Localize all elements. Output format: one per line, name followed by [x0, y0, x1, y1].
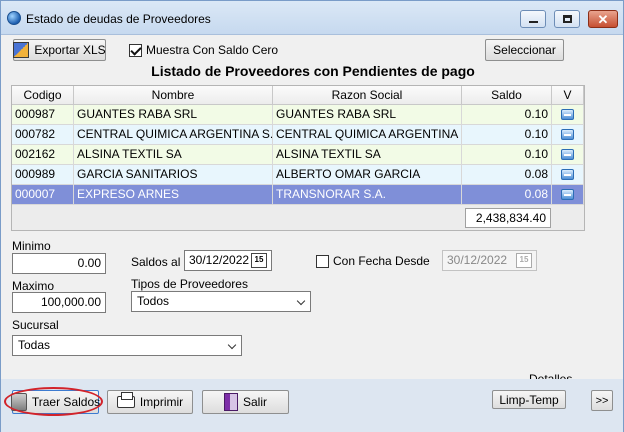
- imprimir-button[interactable]: Imprimir: [107, 390, 193, 414]
- cell-v[interactable]: [552, 125, 584, 145]
- more-label: >>: [595, 394, 609, 407]
- table-row[interactable]: 002162 ALSINA TEXTIL SA ALSINA TEXTIL SA…: [12, 145, 584, 165]
- maximo-input[interactable]: 100,000.00: [12, 292, 106, 313]
- col-razon-header[interactable]: Razon Social: [273, 86, 462, 105]
- maximize-button[interactable]: [554, 10, 580, 28]
- salir-button[interactable]: Salir: [202, 390, 289, 414]
- cell-saldo: 0.10: [462, 125, 552, 145]
- cell-nombre: EXPRESO ARNES: [74, 185, 273, 205]
- cell-codigo: 000987: [12, 105, 74, 125]
- suppliers-grid[interactable]: Codigo Nombre Razon Social Saldo V 00098…: [11, 85, 585, 231]
- export-xls-button[interactable]: Exportar XLS: [13, 39, 106, 61]
- cell-razon: GUANTES RABA SRL: [273, 105, 462, 125]
- more-button[interactable]: >>: [591, 390, 613, 411]
- sucursal-label: Sucursal: [12, 318, 59, 332]
- minimize-icon: [528, 21, 538, 23]
- maximize-icon: [562, 15, 572, 23]
- fecha-desde-date-value: 30/12/2022: [447, 253, 508, 267]
- cell-razon: CENTRAL QUIMICA ARGENTINA S.A: [273, 125, 462, 145]
- con-fecha-desde-label: Con Fecha Desde: [333, 254, 430, 268]
- tipos-proveedores-value: Todos: [137, 294, 170, 308]
- show-zero-check-icon[interactable]: [129, 43, 142, 57]
- cell-codigo: 000007: [12, 185, 74, 205]
- table-row[interactable]: 000987 GUANTES RABA SRL GUANTES RABA SRL…: [12, 105, 584, 125]
- cell-saldo: 0.10: [462, 105, 552, 125]
- cell-razon: TRANSNORAR S.A.: [273, 185, 462, 205]
- saldos-al-date-value: 30/12/2022: [189, 253, 250, 267]
- calendar-icon: 15: [516, 253, 532, 268]
- cell-nombre: ALSINA TEXTIL SA: [74, 145, 273, 165]
- row-detail-icon[interactable]: [561, 129, 574, 140]
- table-row[interactable]: 000782 CENTRAL QUIMICA ARGENTINA S.A CEN…: [12, 125, 584, 145]
- select-button-label: Seleccionar: [493, 43, 556, 57]
- salir-label: Salir: [242, 395, 267, 409]
- highlight-annotation: [4, 387, 103, 416]
- calendar-icon[interactable]: 15: [251, 253, 267, 268]
- limp-temp-button[interactable]: Limp-Temp: [492, 390, 566, 409]
- row-detail-icon[interactable]: [561, 109, 574, 120]
- row-detail-icon[interactable]: [561, 169, 574, 180]
- cell-saldo: 0.08: [462, 165, 552, 185]
- cell-nombre: CENTRAL QUIMICA ARGENTINA S.A: [74, 125, 273, 145]
- sucursal-select[interactable]: Todas: [12, 335, 242, 356]
- exit-door-icon: [223, 393, 238, 411]
- minimo-label: Minimo: [12, 239, 51, 253]
- col-codigo-header[interactable]: Codigo: [12, 86, 74, 105]
- cell-v[interactable]: [552, 105, 584, 125]
- tipos-proveedores-select[interactable]: Todos: [131, 291, 311, 312]
- excel-icon: [13, 42, 30, 58]
- table-row[interactable]: 000989 GARCIA SANITARIOS ALBERTO OMAR GA…: [12, 165, 584, 185]
- table-row-selected[interactable]: 000007 EXPRESO ARNES TRANSNORAR S.A. 0.0…: [12, 185, 584, 205]
- title-bar[interactable]: Estado de deudas de Proveedores ✕: [1, 1, 623, 35]
- cell-razon: ALSINA TEXTIL SA: [273, 145, 462, 165]
- minimize-button[interactable]: [520, 10, 546, 28]
- con-fecha-desde-checkbox[interactable]: Con Fecha Desde: [316, 254, 430, 268]
- app-globe-icon: [7, 11, 21, 25]
- cell-razon: ALBERTO OMAR GARCIA: [273, 165, 462, 185]
- limp-temp-label: Limp-Temp: [499, 392, 559, 407]
- col-v-header[interactable]: V: [552, 86, 584, 105]
- cell-codigo: 000782: [12, 125, 74, 145]
- saldos-al-label: Saldos al: [131, 255, 181, 269]
- grid-header: Codigo Nombre Razon Social Saldo V: [12, 86, 584, 105]
- cell-v[interactable]: [552, 185, 584, 205]
- cell-nombre: GARCIA SANITARIOS: [74, 165, 273, 185]
- tipos-proveedores-label: Tipos de Proveedores: [131, 277, 248, 291]
- sucursal-value: Todas: [18, 338, 51, 352]
- cell-v[interactable]: [552, 165, 584, 185]
- cell-codigo: 002162: [12, 145, 74, 165]
- printer-icon: [116, 392, 135, 408]
- export-xls-label: Exportar XLS: [34, 43, 106, 57]
- col-saldo-header[interactable]: Saldo: [462, 86, 552, 105]
- chevron-down-icon: [296, 296, 306, 306]
- row-detail-icon[interactable]: [561, 149, 574, 160]
- cell-saldo: 0.10: [462, 145, 552, 165]
- cell-saldo: 0.08: [462, 185, 552, 205]
- col-nombre-header[interactable]: Nombre: [74, 86, 273, 105]
- close-icon: ✕: [597, 11, 609, 27]
- show-zero-label: Muestra Con Saldo Cero: [146, 43, 279, 57]
- con-fecha-desde-check-icon[interactable]: [316, 254, 329, 268]
- app-window: Estado de deudas de Proveedores ✕ Export…: [0, 0, 624, 432]
- row-detail-icon[interactable]: [561, 189, 574, 200]
- grid-body: 000987 GUANTES RABA SRL GUANTES RABA SRL…: [12, 105, 584, 205]
- minimo-input[interactable]: 0.00: [12, 253, 106, 274]
- select-button[interactable]: Seleccionar: [485, 39, 564, 61]
- imprimir-label: Imprimir: [139, 395, 184, 409]
- maximo-label: Maximo: [12, 279, 55, 293]
- list-heading: Listado de Proveedores con Pendientes de…: [151, 63, 475, 79]
- close-button[interactable]: ✕: [588, 10, 618, 28]
- window-title: Estado de deudas de Proveedores: [26, 12, 211, 26]
- chevron-down-icon: [227, 340, 237, 350]
- total-saldo: 2,438,834.40: [465, 208, 551, 228]
- cell-codigo: 000989: [12, 165, 74, 185]
- show-zero-checkbox[interactable]: Muestra Con Saldo Cero: [129, 43, 278, 57]
- cell-nombre: GUANTES RABA SRL: [74, 105, 273, 125]
- cell-v[interactable]: [552, 145, 584, 165]
